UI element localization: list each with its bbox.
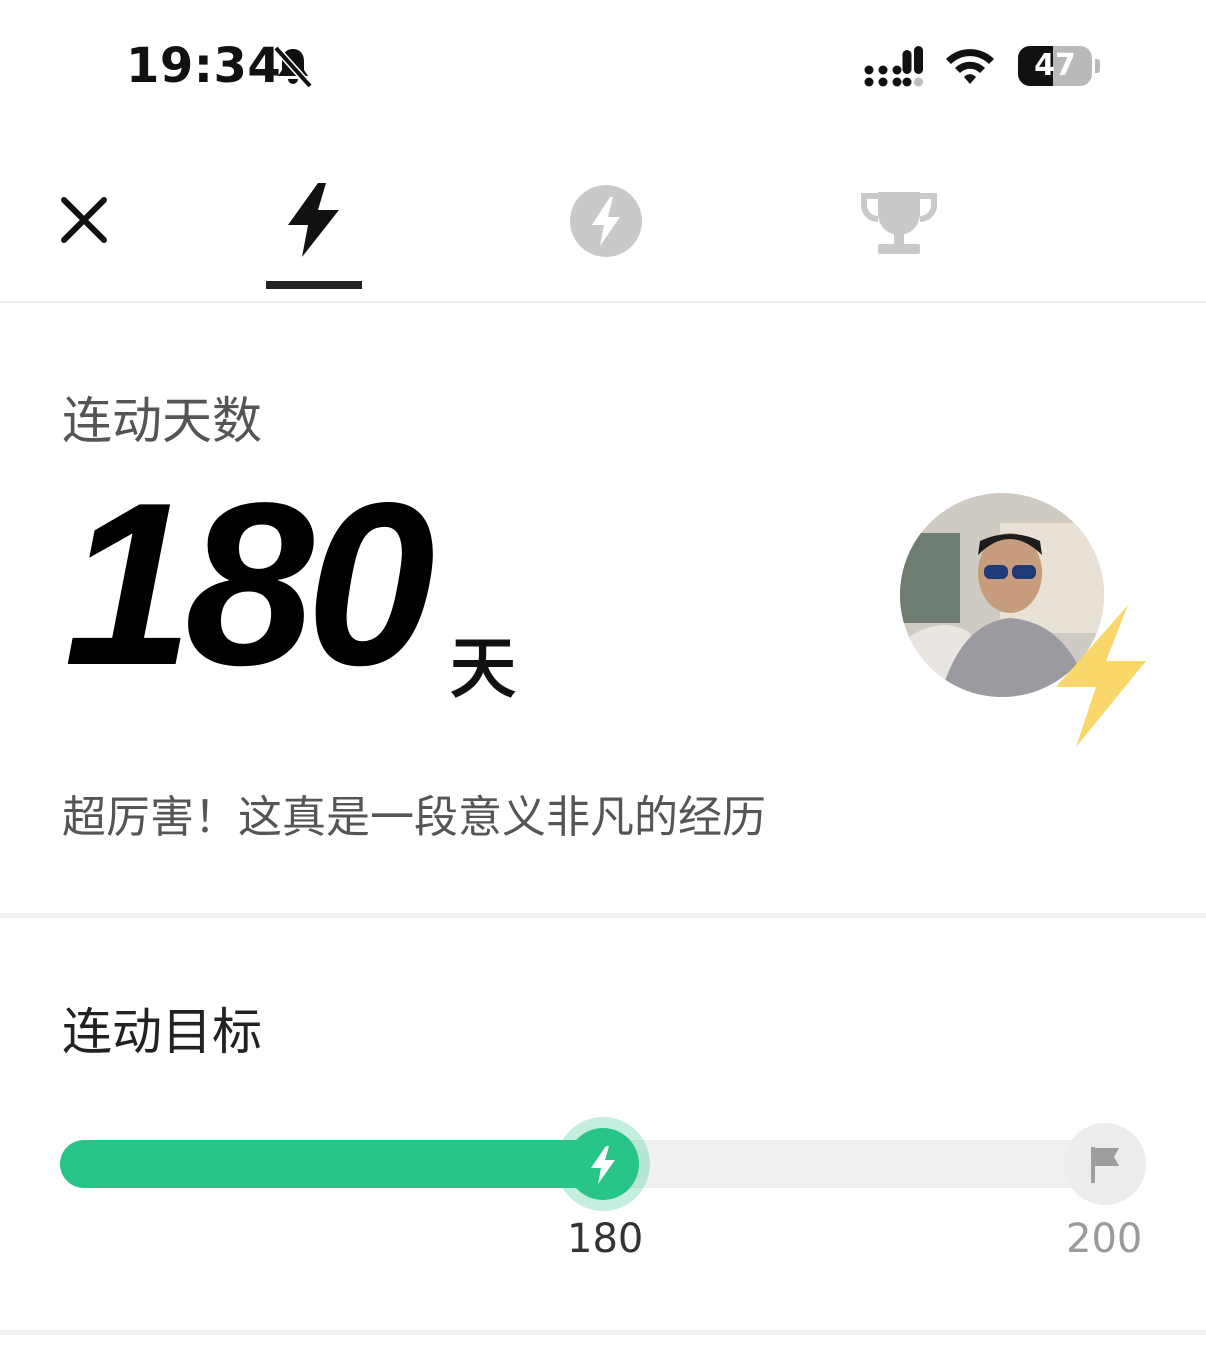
tab-energy[interactable] bbox=[565, 180, 647, 290]
battery-percent: 47 bbox=[1034, 48, 1076, 83]
tab-streak[interactable] bbox=[266, 180, 362, 290]
energy-circle-icon bbox=[570, 185, 642, 257]
goal-label: 连动目标 bbox=[62, 1003, 262, 1061]
close-button[interactable] bbox=[54, 190, 114, 250]
trophy-icon bbox=[861, 192, 937, 254]
goal-section: 连动目标 180 200 bbox=[0, 920, 1206, 1330]
tab-trophy[interactable] bbox=[858, 180, 940, 290]
status-bar: 19:34 47 bbox=[0, 0, 1206, 130]
goal-progress-thumb[interactable] bbox=[556, 1117, 650, 1211]
bell-slash-icon bbox=[270, 44, 316, 94]
goal-target-marker bbox=[1064, 1123, 1146, 1205]
tab-active-indicator bbox=[266, 281, 362, 289]
section-divider bbox=[0, 1330, 1206, 1335]
lightning-bolt-icon bbox=[591, 1146, 615, 1184]
lightning-bolt-icon bbox=[1052, 603, 1148, 753]
close-icon bbox=[61, 197, 107, 243]
streak-label: 连动天数 bbox=[62, 392, 262, 450]
goal-progress-fill bbox=[60, 1140, 603, 1188]
streak-section: 连动天数 180 天 超厉害！这真是一段意义非凡的经历 bbox=[0, 303, 1206, 913]
section-divider bbox=[0, 913, 1206, 918]
status-time: 19:34 bbox=[126, 38, 282, 94]
streak-days-value: 180 bbox=[64, 455, 435, 714]
wifi-icon bbox=[944, 45, 996, 91]
battery-icon: 47 bbox=[1018, 46, 1102, 88]
cellular-signal-icon bbox=[864, 46, 924, 92]
goal-current-label: 180 bbox=[567, 1216, 644, 1262]
streak-days-unit: 天 bbox=[450, 630, 516, 707]
flag-icon bbox=[1091, 1147, 1119, 1183]
tab-bar bbox=[0, 150, 1206, 303]
streak-message: 超厉害！这真是一段意义非凡的经历 bbox=[62, 792, 766, 843]
goal-target-label: 200 bbox=[1066, 1216, 1143, 1262]
lightning-bolt-icon bbox=[288, 183, 339, 257]
